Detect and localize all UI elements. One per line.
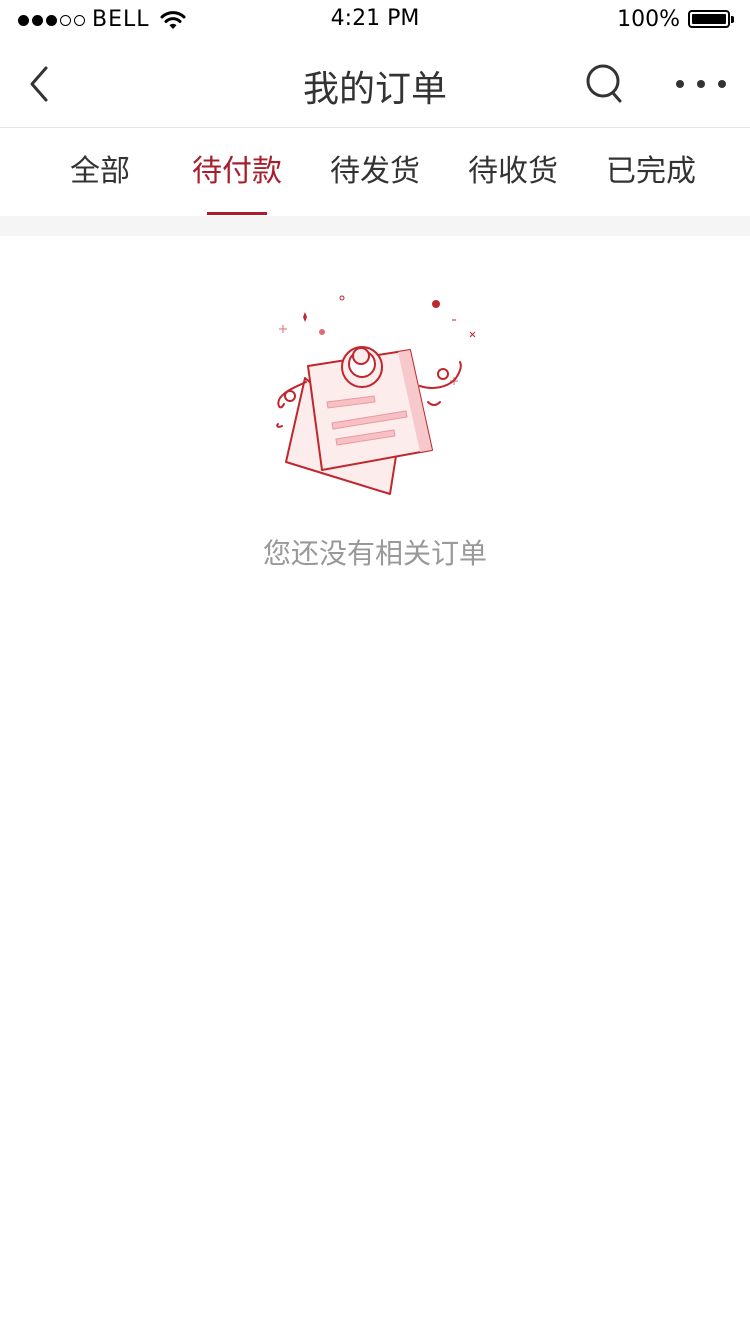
tab-pending-receipt[interactable]: 待收货 [453, 128, 573, 216]
status-bar: BELL 4:21 PM 100% [0, 0, 750, 40]
battery-icon [688, 10, 734, 28]
tab-all[interactable]: 全部 [40, 128, 160, 216]
battery-percentage: 100% [617, 7, 680, 32]
tab-completed[interactable]: 已完成 [591, 128, 711, 216]
page-title: 我的订单 [302, 69, 447, 110]
empty-order-note-icon [276, 295, 476, 495]
order-status-tabs: 全部 待付款 待发货 待收货 已完成 [0, 128, 750, 216]
chevron-left-icon[interactable] [22, 62, 58, 106]
navigation-bar: 我的订单 [0, 40, 750, 128]
search-icon[interactable] [584, 62, 626, 104]
section-divider [0, 216, 750, 236]
more-dots-icon[interactable] [676, 70, 726, 98]
tab-pending-shipment[interactable]: 待发货 [315, 128, 435, 216]
empty-state-message: 您还没有相关订单 [262, 537, 487, 570]
active-tab-indicator [207, 212, 267, 215]
tab-pending-payment[interactable]: 待付款 [177, 128, 297, 216]
